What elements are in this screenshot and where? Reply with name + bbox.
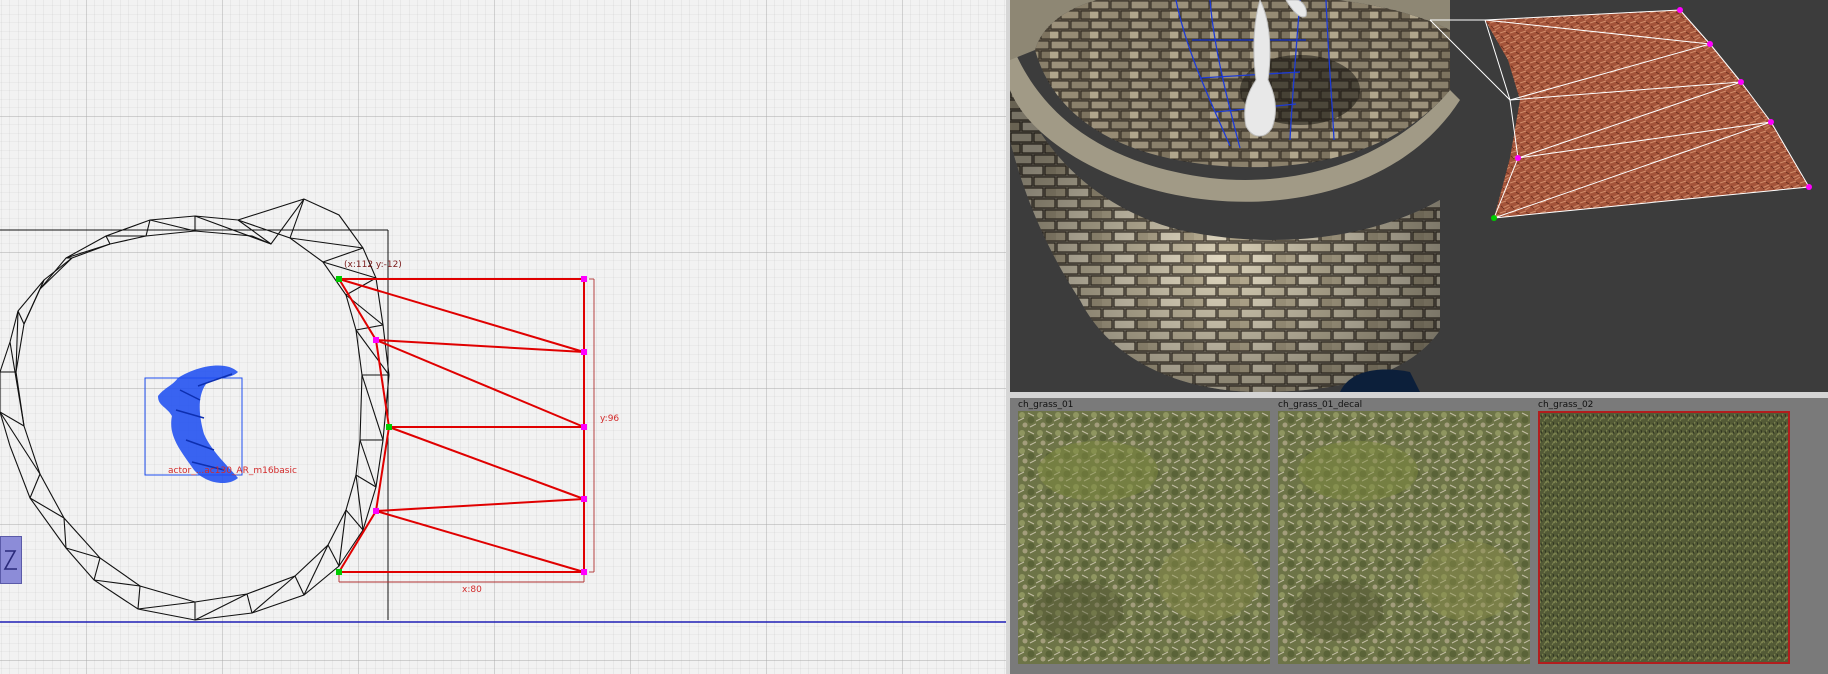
texture-tile[interactable]: ch_grass_01: [1010, 398, 1270, 674]
tool-button[interactable]: [0, 536, 22, 584]
vertex-handle[interactable]: [336, 276, 342, 282]
vertex-handle[interactable]: [336, 569, 342, 575]
texture-thumbnail[interactable]: [1018, 411, 1270, 664]
viewport-3d[interactable]: [1010, 0, 1828, 392]
vertex-handle[interactable]: [386, 424, 392, 430]
height-dimension-label: y:96: [600, 414, 620, 424]
vertex-handle[interactable]: [581, 424, 587, 430]
texture-name-label: ch_grass_02: [1538, 400, 1594, 410]
texture-tile[interactable]: ch_grass_01_decal: [1270, 398, 1530, 674]
texture-thumbnail-selected[interactable]: [1538, 411, 1790, 664]
vertex-handle[interactable]: [581, 349, 587, 355]
vertex-handle[interactable]: [373, 508, 379, 514]
vertex-handle[interactable]: [581, 496, 587, 502]
texture-name-label: ch_grass_01: [1018, 400, 1074, 410]
vertex-handle[interactable]: [581, 569, 587, 575]
texture-tile[interactable]: ch_grass_02: [1530, 398, 1790, 674]
texture-browser: ch_grass_01 ch_grass_01_decal ch_grass_0…: [1010, 398, 1828, 674]
width-dimension-label: x:80: [462, 585, 482, 595]
texture-name-label: ch_grass_01_decal: [1278, 400, 1363, 410]
entity-name-label: actor_...ac130_AR_m16basic: [168, 466, 297, 476]
vertex-coordinate-readout: (x:112 y:-12): [344, 260, 402, 270]
vertex-handle[interactable]: [373, 337, 379, 343]
texture-thumbnail[interactable]: [1278, 411, 1530, 664]
vertex-handle[interactable]: [581, 276, 587, 282]
tool-icon: [3, 550, 17, 570]
grid-view-2d[interactable]: (x:112 y:-12) actor_...ac130_AR_m16basic…: [0, 0, 1006, 674]
